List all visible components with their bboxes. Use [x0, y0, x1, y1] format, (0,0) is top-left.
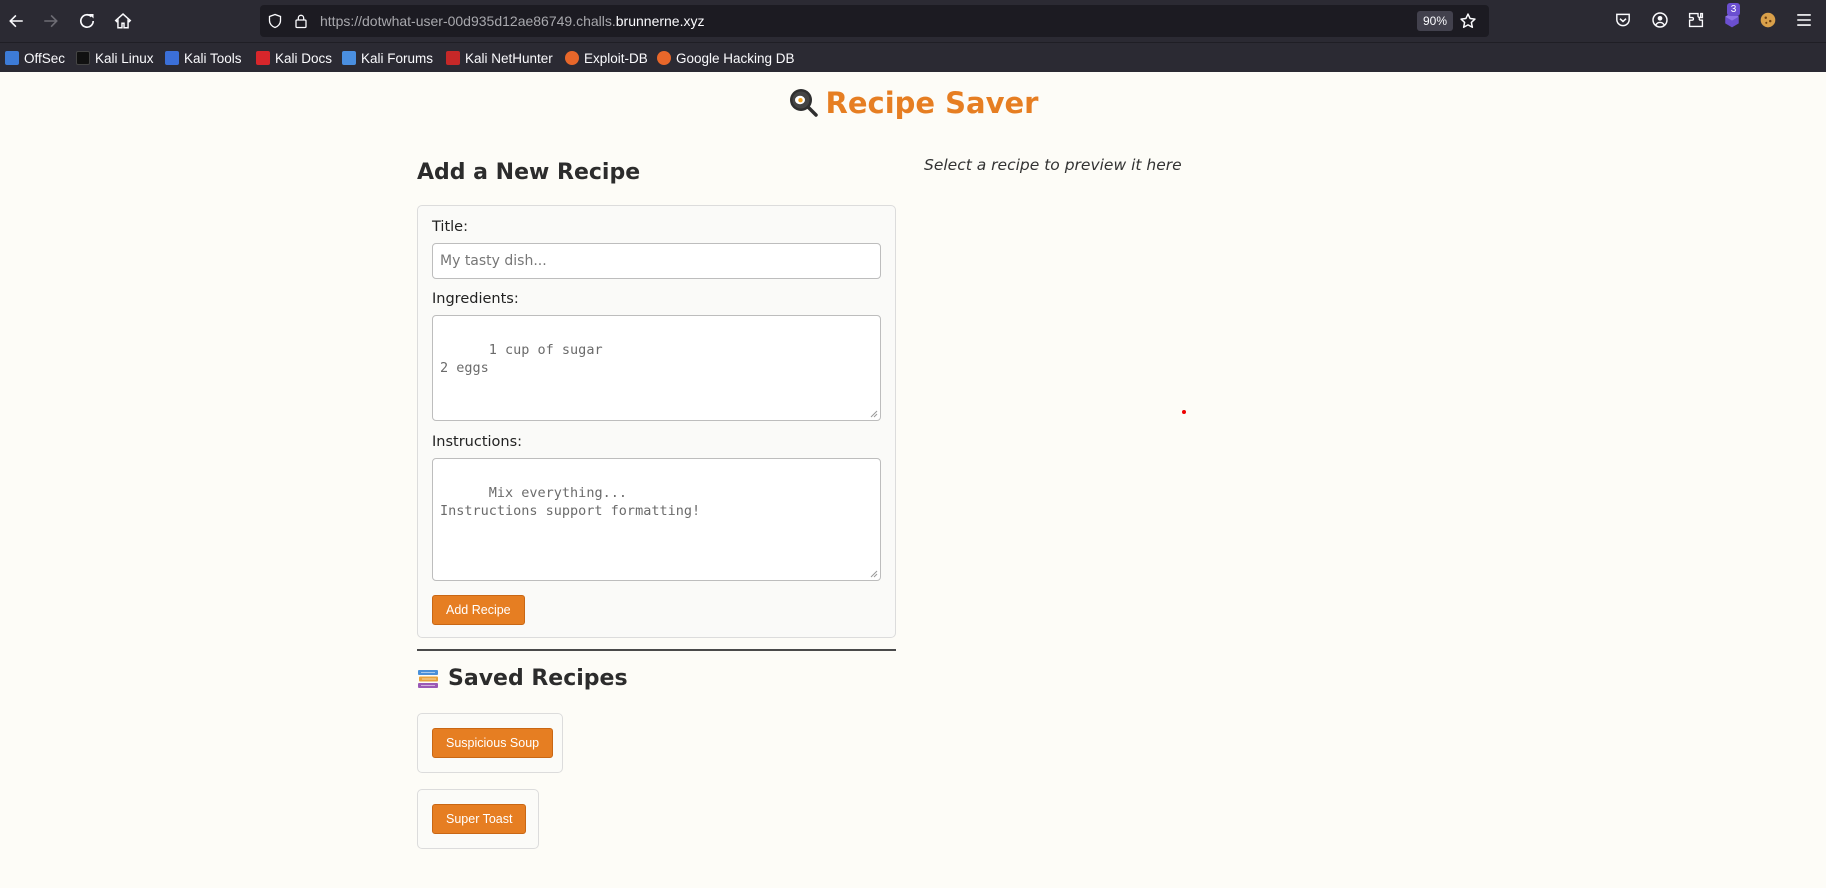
ingredients-label: Ingredients:	[432, 291, 519, 307]
saved-recipes-title: Saved Recipes	[448, 666, 628, 691]
kali-forums-icon	[342, 51, 356, 65]
title-label: Title:	[432, 219, 468, 235]
form-heading: Add a New Recipe	[417, 160, 641, 185]
cursor-marker	[1182, 410, 1186, 414]
instructions-label: Instructions:	[432, 434, 523, 450]
bookmark-label: Kali Docs	[275, 50, 333, 66]
preview-placeholder: Select a recipe to preview it here	[924, 156, 1182, 174]
bookmark-exploit-db[interactable]: Exploit-DB	[565, 49, 648, 67]
recipe-button-suspicious-soup[interactable]: Suspicious Soup	[432, 728, 554, 758]
page-title-text: Recipe Saver	[825, 86, 1039, 120]
bookmark-kali-tools[interactable]: Kali Tools	[165, 49, 242, 67]
pocket-icon[interactable]	[1613, 10, 1633, 30]
ingredients-textarea[interactable]: 1 cup of sugar 2 eggs	[432, 315, 881, 421]
page-title: Recipe Saver	[0, 86, 1826, 120]
url-text[interactable]: https://dotwhat-user-00d935d12ae86749.ch…	[320, 13, 704, 29]
books-icon	[418, 669, 438, 688]
title-input[interactable]: My tasty dish...	[432, 243, 881, 279]
bookmark-label: Kali Forums	[361, 50, 434, 66]
bookmark-kali-docs[interactable]: Kali Docs	[256, 49, 332, 67]
bookmark-offsec[interactable]: OffSec	[5, 49, 65, 67]
bookmark-google-hacking-db[interactable]: Google Hacking DB	[657, 49, 795, 67]
kali-dragon-icon	[76, 51, 90, 65]
bookmark-label: OffSec	[24, 50, 66, 66]
bookmark-label: Kali NetHunter	[465, 50, 553, 66]
star-icon[interactable]	[1459, 12, 1477, 30]
recipe-form: Title: My tasty dish... Ingredients: 1 c…	[417, 205, 896, 638]
cookie-extension-icon[interactable]	[1758, 10, 1778, 30]
menu-icon[interactable]	[1794, 10, 1814, 30]
home-icon[interactable]	[110, 8, 136, 34]
extension-badge: 3	[1727, 3, 1740, 16]
zoom-level[interactable]: 90%	[1417, 11, 1454, 31]
shield-icon[interactable]	[266, 12, 284, 30]
address-bar[interactable]: https://dotwhat-user-00d935d12ae86749.ch…	[260, 5, 1489, 37]
account-icon[interactable]	[1650, 10, 1670, 30]
bookmark-label: Kali Tools	[184, 50, 242, 66]
forward-icon[interactable]	[38, 8, 64, 34]
lock-icon[interactable]	[292, 12, 310, 30]
kali-nethunter-icon	[446, 51, 460, 65]
page-content: Recipe Saver Add a New Recipe Title: My …	[0, 72, 1826, 888]
url-prefix: https://dotwhat-user-00d935d12ae86749.ch…	[320, 13, 616, 29]
bookmark-label: Exploit-DB	[584, 50, 648, 66]
saved-recipes-heading: Saved Recipes	[417, 666, 628, 691]
exploit-db-icon	[565, 51, 579, 65]
add-recipe-button[interactable]: Add Recipe	[432, 595, 525, 625]
instructions-textarea[interactable]: Mix everything... Instructions support f…	[432, 458, 881, 581]
ingredients-placeholder: 1 cup of sugar 2 eggs	[440, 342, 603, 376]
recipe-button-super-toast[interactable]: Super Toast	[432, 804, 527, 834]
kali-docs-icon	[256, 51, 270, 65]
google-hacking-db-icon	[657, 51, 671, 65]
bookmark-kali-linux[interactable]: Kali Linux	[76, 49, 154, 67]
offsec-icon	[5, 51, 19, 65]
bookmark-label: Google Hacking DB	[676, 50, 795, 66]
kali-tools-icon	[165, 51, 179, 65]
section-divider	[417, 649, 896, 651]
recipe-card: Suspicious Soup	[417, 713, 563, 773]
bookmark-label: Kali Linux	[95, 50, 154, 66]
bookmark-kali-nethunter[interactable]: Kali NetHunter	[446, 49, 553, 67]
url-domain: brunnerne.xyz	[615, 13, 705, 29]
back-icon[interactable]	[3, 8, 29, 34]
resize-grip-icon[interactable]	[870, 410, 878, 418]
instructions-placeholder: Mix everything... Instructions support f…	[440, 485, 701, 519]
reload-icon[interactable]	[74, 8, 100, 34]
recipe-card: Super Toast	[417, 789, 539, 849]
browser-toolbar: https://dotwhat-user-00d935d12ae86749.ch…	[0, 0, 1826, 42]
resize-grip-icon[interactable]	[870, 570, 878, 578]
frying-pan-icon	[789, 89, 818, 117]
bookmarks-bar: OffSec Kali Linux Kali Tools Kali Docs K…	[0, 42, 1826, 72]
extensions-icon[interactable]	[1686, 10, 1706, 30]
bookmark-kali-forums[interactable]: Kali Forums	[342, 49, 433, 67]
